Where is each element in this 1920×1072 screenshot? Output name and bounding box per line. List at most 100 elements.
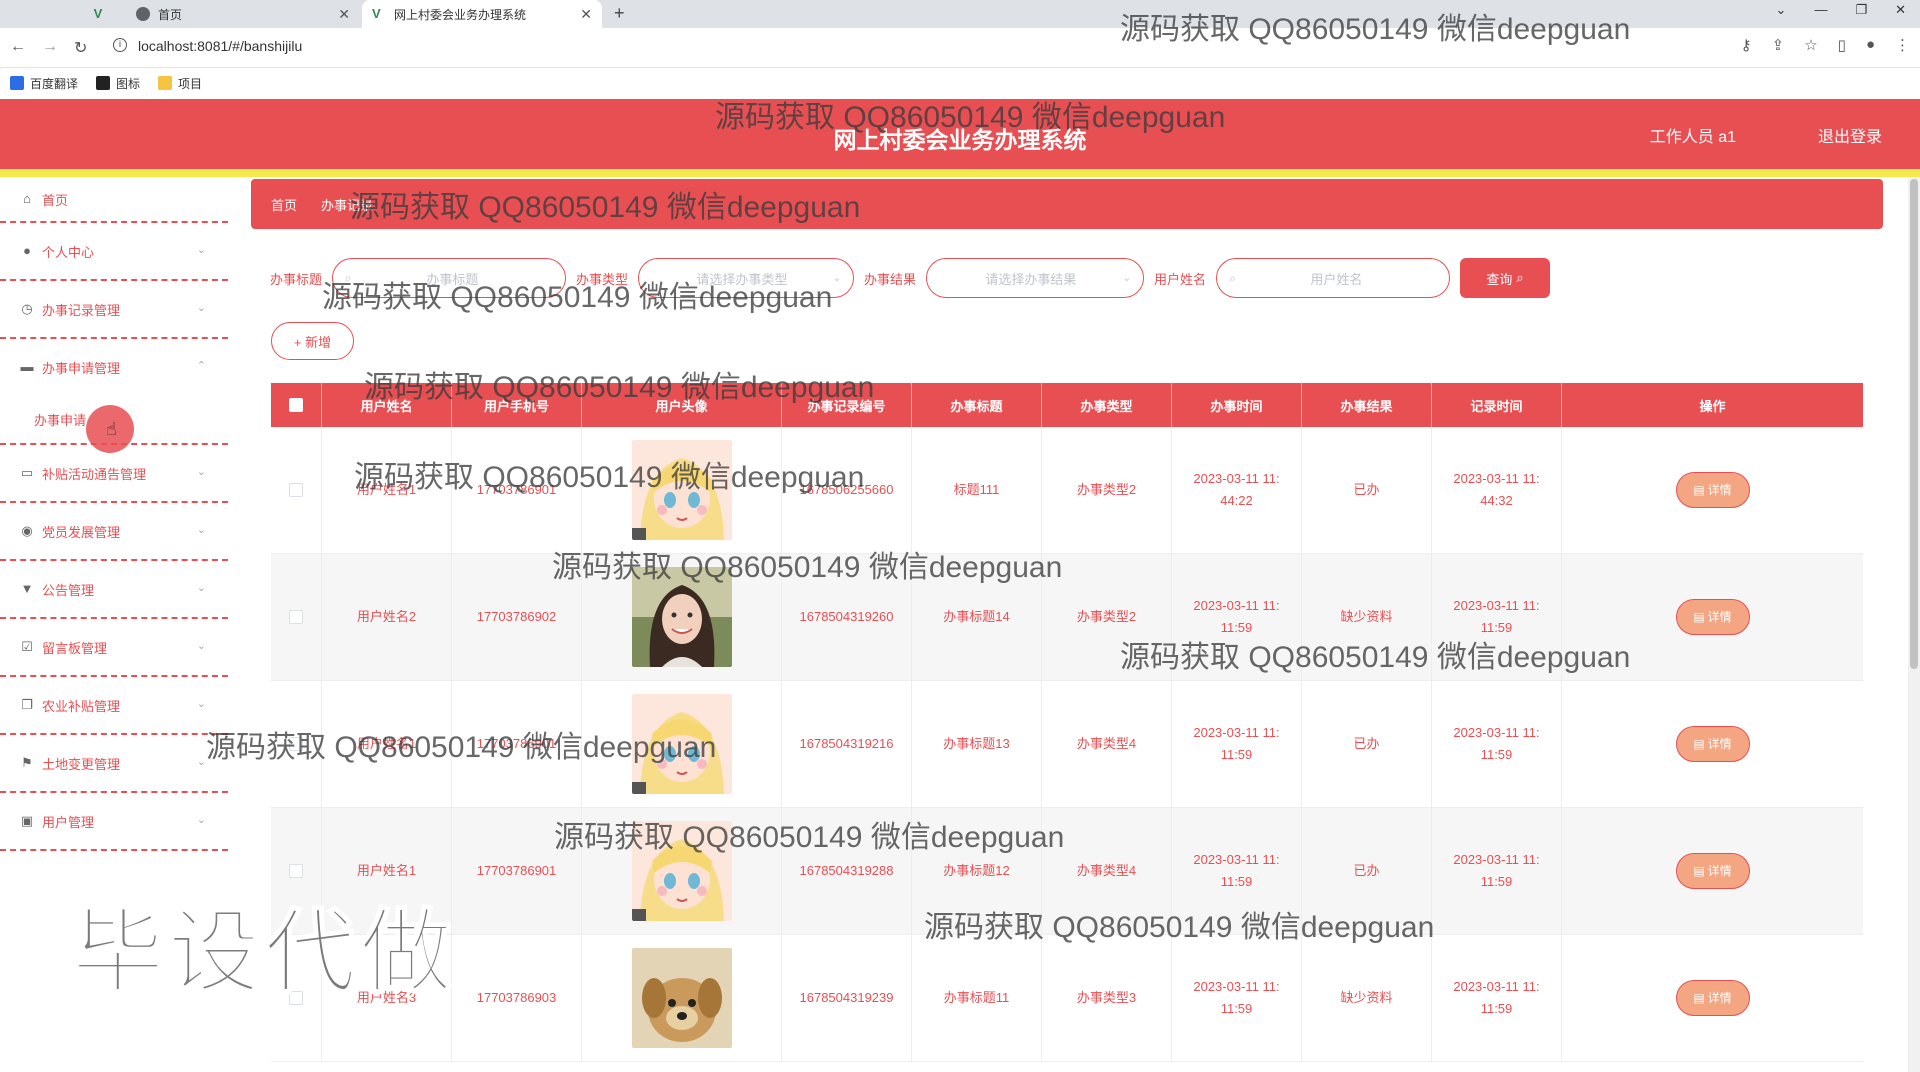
cell-record-no: 1678504319260 xyxy=(782,554,912,680)
column-header[interactable]: 用户头像 xyxy=(582,383,782,427)
user-search-input[interactable]: ⌕ 用户姓名 xyxy=(1216,258,1451,298)
bookmark-item[interactable]: 项目 xyxy=(158,75,202,92)
restore-icon[interactable]: ❐ xyxy=(1855,2,1867,18)
table-row[interactable]: 用户姓名3 17703786903 1678504319239 办事标题11 办事类型3… xyxy=(271,935,1863,1062)
close-icon[interactable]: ✕ xyxy=(338,6,350,23)
sidebar-item-home[interactable]: ⌂ 首页 xyxy=(0,177,228,223)
tab-pinned-2[interactable] xyxy=(38,0,66,28)
column-header[interactable]: 用户手机号 xyxy=(452,383,582,427)
cell-type: 办事类型4 xyxy=(1042,681,1172,807)
minimize-icon[interactable]: — xyxy=(1814,2,1827,18)
result-label: 办事结果 xyxy=(864,271,917,287)
column-header[interactable]: 办事标题 xyxy=(912,383,1042,427)
detail-button[interactable]: ▤ 详情 xyxy=(1675,472,1750,508)
back-icon[interactable]: ← xyxy=(10,38,26,56)
cell-result: 缺少资料 xyxy=(1302,935,1432,1061)
folder-icon xyxy=(158,76,173,90)
detail-label: 详情 xyxy=(1707,483,1732,497)
table-row[interactable]: 用户姓名1 17703786901 1678504319216 办事标题13 办事类型4… xyxy=(271,681,1863,808)
column-header[interactable]: 办事类型 xyxy=(1042,383,1172,427)
select-all-checkbox[interactable] xyxy=(289,398,303,412)
placeholder: 办事标题 xyxy=(426,271,479,287)
bookmark-item[interactable]: 百度翻译 xyxy=(10,75,78,92)
key-icon[interactable]: ⚷ xyxy=(1741,36,1752,54)
title-search-input[interactable]: ⌕ 办事标题 xyxy=(332,258,567,298)
tab-active[interactable]: V 网上村委会业务办理系统 ✕ xyxy=(362,0,602,28)
cell-phone: 17703786902 xyxy=(452,554,582,680)
bookmark-label: 图标 xyxy=(116,76,141,91)
detail-button[interactable]: ▤ 详情 xyxy=(1675,853,1750,889)
row-checkbox[interactable] xyxy=(289,483,303,497)
table-row[interactable]: 用户姓名2 17703786902 1678504319260 办事标题14 办事类型2… xyxy=(271,554,1863,681)
tab-pinned-1[interactable] xyxy=(6,0,34,28)
chevron-down-icon[interactable]: ⌄ xyxy=(1776,2,1787,18)
current-user: 工作人员 a1 xyxy=(1649,129,1736,146)
star-icon[interactable]: ☆ xyxy=(1804,36,1817,54)
cell-record-no: 1678504319288 xyxy=(782,808,912,934)
tab-home[interactable]: 首页 ✕ xyxy=(126,0,360,28)
home-icon: ⌂ xyxy=(23,191,31,206)
cell-avatar xyxy=(582,554,782,680)
row-checkbox[interactable] xyxy=(289,991,303,1005)
sidebar-item-party[interactable]: ◉ 党员发展管理 ⌄ xyxy=(0,503,228,561)
row-checkbox[interactable] xyxy=(289,864,303,878)
column-header[interactable]: 用户姓名 xyxy=(322,383,452,427)
profile-icon[interactable]: ● xyxy=(1866,36,1875,54)
close-icon[interactable]: ✕ xyxy=(580,6,592,23)
document-icon: ▤ xyxy=(1693,737,1705,751)
page-scrollbar[interactable] xyxy=(1908,177,1920,1072)
add-button[interactable]: + 新增 xyxy=(271,322,354,360)
info-icon[interactable]: i xyxy=(113,38,127,52)
query-button[interactable]: 查询 ⌕ xyxy=(1460,258,1551,298)
column-header[interactable]: 办事时间 xyxy=(1172,383,1302,427)
sidebar-subitem-label: 办事申请 xyxy=(34,412,87,428)
cell-actions: ▤ 详情 xyxy=(1562,808,1863,934)
cell-user-name: 用户姓名1 xyxy=(322,808,452,934)
search-icon: ⌕ xyxy=(345,270,352,285)
sidebar-item-label: 个人中心 xyxy=(42,244,95,260)
sidebar-item-applications[interactable]: ▬ 办事申请管理 ⌃ xyxy=(0,339,228,395)
sidebar-item-users[interactable]: ▣ 用户管理 ⌄ xyxy=(0,793,228,851)
scrollbar-thumb[interactable] xyxy=(1910,179,1918,669)
detail-button[interactable]: ▤ 详情 xyxy=(1675,980,1750,1016)
sidebar-item-label: 公告管理 xyxy=(42,582,95,598)
cell-avatar xyxy=(582,808,782,934)
share-icon[interactable]: ⇪ xyxy=(1772,36,1785,54)
location-icon: ◉ xyxy=(21,523,33,538)
sidebar-item-messages[interactable]: ☑ 留言板管理 ⌄ xyxy=(0,619,228,677)
new-tab-button[interactable]: + xyxy=(614,3,625,24)
breadcrumb-home[interactable]: 首页 xyxy=(271,195,297,214)
sidebar-item-profile[interactable]: ● 个人中心 ⌄ xyxy=(0,223,228,281)
sidepanel-icon[interactable]: ▯ xyxy=(1838,36,1846,54)
cell-phone: 17703786901 xyxy=(452,427,582,553)
row-checkbox[interactable] xyxy=(289,737,303,751)
sidebar-item-label: 农业补贴管理 xyxy=(42,698,121,714)
tab-pinned-3[interactable]: V xyxy=(88,0,116,28)
row-checkbox[interactable] xyxy=(289,610,303,624)
chevron-down-icon: ⌄ xyxy=(196,698,206,710)
trash-icon: ▣ xyxy=(20,813,34,828)
result-select[interactable]: 请选择办事结果 ⌄ xyxy=(926,258,1145,298)
document-icon: ▤ xyxy=(1693,610,1705,624)
table-row[interactable]: 用户姓名1 17703786901 1678506255660 标题111 办事类型2 2… xyxy=(271,427,1863,554)
sidebar-item-subsidy-notice[interactable]: ▭ 补贴活动通告管理 ⌄ xyxy=(0,445,228,503)
menu-icon[interactable]: ⋮ xyxy=(1895,36,1910,54)
table-row[interactable]: 用户姓名1 17703786901 1678504319288 办事标题12 办事类型4… xyxy=(271,808,1863,935)
sidebar-item-records[interactable]: ◷ 办事记录管理 ⌄ xyxy=(0,281,228,339)
close-icon[interactable]: ✕ xyxy=(1895,2,1906,18)
bookmark-item[interactable]: 图标 xyxy=(96,75,140,92)
sidebar-item-land[interactable]: ⚑ 土地变更管理 ⌄ xyxy=(0,735,228,793)
sidebar-item-agri-subsidy[interactable]: ❐ 农业补贴管理 ⌄ xyxy=(0,677,228,735)
sidebar-subitem-application[interactable]: 办事申请 ☝ xyxy=(0,395,228,453)
sidebar-item-notice[interactable]: ▼ 公告管理 ⌄ xyxy=(0,561,228,619)
logout-link[interactable]: 退出登录 xyxy=(1818,123,1882,147)
type-select[interactable]: 请选择办事类型 ⌄ xyxy=(638,258,855,298)
detail-button[interactable]: ▤ 详情 xyxy=(1675,599,1750,635)
url-input[interactable]: localhost:8081/#/banshijilu xyxy=(138,38,302,54)
column-header[interactable]: 记录时间 xyxy=(1432,383,1562,427)
detail-button[interactable]: ▤ 详情 xyxy=(1675,726,1750,762)
column-header[interactable]: 办事结果 xyxy=(1302,383,1432,427)
column-header[interactable]: 办事记录编号 xyxy=(782,383,912,427)
reload-icon[interactable]: ↻ xyxy=(74,38,87,58)
forward-icon[interactable]: → xyxy=(42,38,58,56)
